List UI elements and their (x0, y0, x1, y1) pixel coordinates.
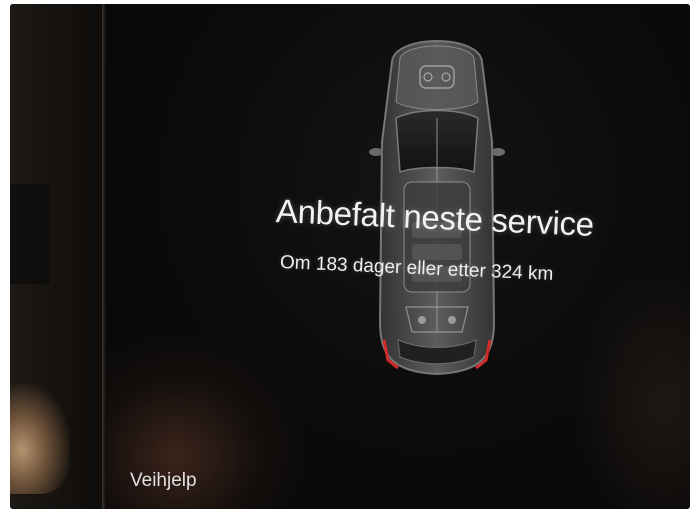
photo-frame: Anbefalt neste service Om 183 dager elle… (10, 4, 690, 509)
car-hood (395, 45, 479, 110)
roadside-assistance-button[interactable]: Veihjelp (130, 470, 197, 492)
service-title: Anbefalt neste service (275, 192, 595, 243)
bezel-shadow (10, 184, 50, 284)
bezel-reflection (10, 384, 70, 494)
display-bezel (10, 4, 106, 509)
infotainment-screen: Anbefalt neste service Om 183 dager elle… (106, 4, 690, 509)
screen-reflection-right (570, 254, 690, 509)
